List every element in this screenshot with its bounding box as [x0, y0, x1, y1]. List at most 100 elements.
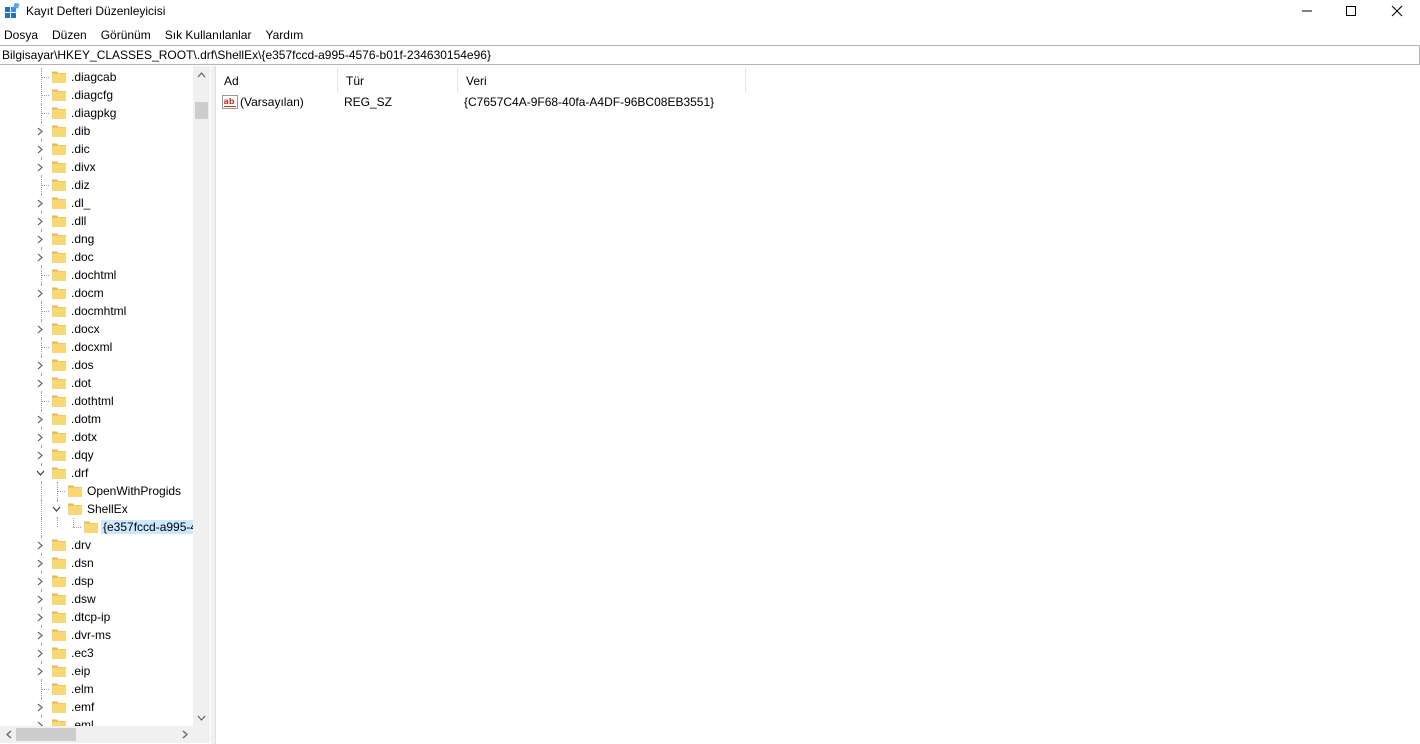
tree-item[interactable]: .diagcfg	[0, 86, 193, 104]
chevron-right-icon[interactable]	[34, 448, 46, 462]
chevron-down-icon[interactable]	[50, 502, 62, 516]
tree-item[interactable]: .diz	[0, 176, 193, 194]
chevron-right-icon[interactable]	[34, 286, 46, 300]
chevron-right-icon[interactable]	[34, 718, 46, 726]
chevron-right-icon[interactable]	[34, 646, 46, 660]
folder-icon	[51, 159, 67, 174]
chevron-right-icon[interactable]	[34, 196, 46, 210]
tree-horizontal-scrollbar[interactable]	[0, 726, 193, 743]
menu-file[interactable]: Dosya	[0, 25, 42, 45]
chevron-right-icon[interactable]	[34, 376, 46, 390]
tree-vertical-scrollbar[interactable]	[193, 66, 210, 726]
chevron-right-icon[interactable]	[34, 322, 46, 336]
menu-favorites[interactable]: Sık Kullanılanlar	[161, 25, 256, 45]
tree-item[interactable]: .dic	[0, 140, 193, 158]
tree-item[interactable]: .docmhtml	[0, 302, 193, 320]
tree-item[interactable]: {e357fccd-a995-4	[0, 518, 193, 536]
menu-help[interactable]: Yardım	[261, 25, 307, 45]
menu-edit[interactable]: Düzen	[48, 25, 91, 45]
tree-item[interactable]: .diagpkg	[0, 104, 193, 122]
tree-item[interactable]: .dtcp-ip	[0, 608, 193, 626]
tree-item-label: .drf	[71, 466, 89, 480]
scroll-up-icon[interactable]	[193, 66, 210, 83]
scroll-down-icon[interactable]	[193, 709, 210, 726]
chevron-right-icon[interactable]	[34, 556, 46, 570]
folder-icon	[51, 717, 67, 726]
chevron-right-icon[interactable]	[34, 160, 46, 174]
tree-item[interactable]: .doc	[0, 248, 193, 266]
tree-item[interactable]: .dvr-ms	[0, 626, 193, 644]
tree-item[interactable]: .dsn	[0, 554, 193, 572]
tree-item[interactable]: .dochtml	[0, 266, 193, 284]
chevron-down-icon[interactable]	[34, 466, 46, 480]
tree-item[interactable]: .dotm	[0, 410, 193, 428]
folder-icon	[51, 681, 67, 696]
tree-vertical-scroll-thumb[interactable]	[195, 102, 208, 119]
chevron-right-icon[interactable]	[34, 358, 46, 372]
column-name[interactable]: Ad	[216, 68, 338, 92]
chevron-right-icon[interactable]	[34, 142, 46, 156]
tree-item[interactable]: .docx	[0, 320, 193, 338]
tree-item-label-selected: {e357fccd-a995-4	[101, 520, 193, 534]
chevron-right-icon[interactable]	[34, 664, 46, 678]
chevron-right-icon[interactable]	[34, 412, 46, 426]
chevron-right-icon[interactable]	[34, 124, 46, 138]
tree-item[interactable]: .dsw	[0, 590, 193, 608]
scroll-right-icon[interactable]	[176, 726, 193, 743]
tree-item[interactable]: .dng	[0, 230, 193, 248]
chevron-right-icon[interactable]	[34, 610, 46, 624]
chevron-right-icon[interactable]	[34, 628, 46, 642]
tree-item[interactable]: .docm	[0, 284, 193, 302]
tree-item[interactable]: .dib	[0, 122, 193, 140]
address-bar[interactable]: Bilgisayar\HKEY_CLASSES_ROOT\.drf\ShellE…	[0, 45, 1420, 65]
tree-item[interactable]: .divx	[0, 158, 193, 176]
tree-item[interactable]: .elm	[0, 680, 193, 698]
tree-item[interactable]: .dotx	[0, 428, 193, 446]
tree-horizontal-scroll-thumb[interactable]	[16, 728, 76, 741]
tree-item[interactable]: .eip	[0, 662, 193, 680]
tree-item[interactable]: .drv	[0, 536, 193, 554]
column-type[interactable]: Tür	[338, 68, 458, 92]
tree-item[interactable]: OpenWithProgids	[0, 482, 193, 500]
tree-item[interactable]: .dos	[0, 356, 193, 374]
maximize-button[interactable]	[1328, 0, 1374, 22]
chevron-right-icon[interactable]	[34, 232, 46, 246]
folder-icon	[51, 627, 67, 642]
close-icon	[1391, 5, 1403, 17]
tree-item-label: .dqy	[71, 448, 94, 462]
tree-item-label: .diagcfg	[71, 88, 114, 102]
minimize-button[interactable]	[1284, 0, 1330, 22]
value-row[interactable]: ab (Varsayılan) REG_SZ {C7657C4A-9F68-40…	[216, 92, 1420, 112]
tree-item[interactable]: .dothtml	[0, 392, 193, 410]
values-pane: Ad Tür Veri ab (Varsayılan) REG_SZ {C765…	[216, 66, 1420, 744]
tree-item[interactable]: .dsp	[0, 572, 193, 590]
tree-item[interactable]: .dl_	[0, 194, 193, 212]
minimize-icon	[1302, 10, 1312, 12]
tree-item[interactable]: .ec3	[0, 644, 193, 662]
tree-item[interactable]: .drf	[0, 464, 193, 482]
tree-item[interactable]: .dll	[0, 212, 193, 230]
chevron-right-icon[interactable]	[34, 430, 46, 444]
tree-item[interactable]: .eml	[0, 716, 193, 726]
scroll-left-icon[interactable]	[0, 726, 17, 743]
chevron-right-icon[interactable]	[34, 250, 46, 264]
chevron-right-icon[interactable]	[34, 574, 46, 588]
menu-view[interactable]: Görünüm	[97, 25, 155, 45]
chevron-right-icon[interactable]	[34, 592, 46, 606]
tree-item[interactable]: .dot	[0, 374, 193, 392]
tree-guide-line	[41, 401, 49, 402]
close-button[interactable]	[1374, 0, 1420, 22]
folder-icon	[67, 483, 83, 498]
tree-guide-line	[41, 482, 42, 500]
column-data[interactable]: Veri	[458, 68, 746, 92]
tree-item-label: .dsw	[71, 592, 96, 606]
tree-item[interactable]: .diagcab	[0, 68, 193, 86]
tree-item[interactable]: ShellEx	[0, 500, 193, 518]
tree-item[interactable]: .emf	[0, 698, 193, 716]
tree-item-label: .docmhtml	[71, 304, 127, 318]
chevron-right-icon[interactable]	[34, 700, 46, 714]
tree-item[interactable]: .docxml	[0, 338, 193, 356]
chevron-right-icon[interactable]	[34, 214, 46, 228]
chevron-right-icon[interactable]	[34, 538, 46, 552]
tree-item[interactable]: .dqy	[0, 446, 193, 464]
